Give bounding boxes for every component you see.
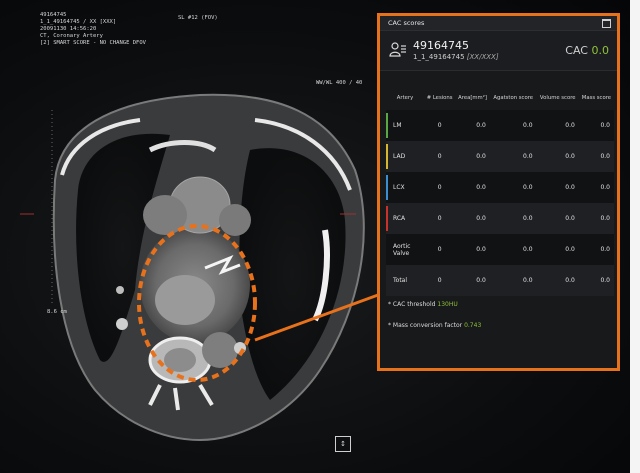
agatston-cell: 0.0	[489, 234, 537, 265]
artery-color-bar	[386, 113, 388, 138]
artery-color-bar	[386, 144, 388, 169]
lesions-cell: 0	[424, 172, 456, 203]
artery-color-bar	[386, 206, 388, 231]
cac-total: CAC 0.0	[565, 44, 609, 57]
nav-arrows-icon[interactable]: ↕	[335, 436, 351, 452]
volume-cell: 0.0	[536, 141, 579, 172]
mass-conversion-note: * Mass conversion factor 0.743	[388, 322, 481, 329]
column-header-volume: Volume score	[539, 95, 576, 101]
cac-scores-panel: CAC scores 49164745 1_1_49164745 [XX/XXX…	[377, 13, 620, 371]
lesions-cell: 0	[424, 265, 456, 296]
lesions-cell: 0	[424, 110, 456, 141]
window-maximize-icon[interactable]	[602, 19, 611, 28]
artery-name: LAD	[393, 153, 406, 160]
volume-cell: 0.0	[536, 172, 579, 203]
artery-color-bar	[386, 175, 388, 200]
window-edge	[630, 0, 640, 473]
threshold-value: 130HU	[437, 301, 458, 308]
cac-total-label: CAC	[565, 44, 588, 57]
series-suffix: [XX/XXX]	[466, 53, 499, 61]
artery-cell: LM	[386, 110, 424, 141]
column-header-mass: Mass score	[581, 95, 612, 101]
artery-name: Aortic Valve	[393, 242, 411, 257]
agatston-cell: 0.0	[489, 110, 537, 141]
artery-cell: RCA	[386, 203, 424, 234]
lesions-cell: 0	[424, 234, 456, 265]
patient-list-icon	[389, 42, 406, 57]
study-info-overlay: 49164745 1_1_49164745 / XX [XXX] 2009113…	[40, 12, 146, 47]
mass-factor-label: * Mass conversion factor	[388, 322, 463, 329]
window-level-label: WW/WL 400 / 40	[316, 80, 363, 86]
mass-cell: 0.0	[578, 265, 614, 296]
table-row[interactable]: RCA 0 0.0 0.0 0.0 0.0	[386, 203, 614, 234]
agatston-cell: 0.0	[489, 203, 537, 234]
area-cell: 0.0	[455, 234, 490, 265]
lesions-cell: 0	[424, 141, 456, 172]
study-info-line: 20091130 14:56:20	[40, 26, 97, 32]
volume-cell: 0.0	[536, 203, 579, 234]
cac-total-value: 0.0	[591, 44, 610, 57]
area-cell: 0.0	[455, 141, 490, 172]
mass-cell: 0.0	[578, 172, 614, 203]
study-info-line: 49164745	[40, 12, 67, 18]
area-cell: 0.0	[455, 265, 490, 296]
patient-id: 49164745	[413, 39, 469, 52]
mass-cell: 0.0	[578, 234, 614, 265]
left-lung	[239, 148, 346, 400]
table-row[interactable]: LM 0 0.0 0.0 0.0 0.0	[386, 110, 614, 141]
table-row[interactable]: LCX 0 0.0 0.0 0.0 0.0	[386, 172, 614, 203]
area-cell: 0.0	[455, 203, 490, 234]
mass-factor-value: 0.743	[464, 322, 482, 329]
agatston-cell: 0.0	[489, 265, 537, 296]
lesions-cell: 0	[424, 203, 456, 234]
scale-label: 8.6 cm	[47, 309, 67, 315]
panel-title: CAC scores	[388, 19, 425, 27]
area-cell: 0.0	[455, 110, 490, 141]
column-header-area: Area[mm²]	[458, 95, 487, 101]
column-header-agatston: Agatston score	[493, 95, 534, 101]
cac-threshold-note: * CAC threshold 130HU	[388, 301, 458, 308]
column-header-lesions: # Lesions	[426, 95, 453, 101]
panel-titlebar: CAC scores	[380, 16, 617, 31]
artery-cell: Total	[386, 265, 424, 296]
artery-name: RCA	[393, 215, 406, 222]
study-info-line: [2] SMART SCORE - NO CHANGE DFOV	[40, 40, 146, 46]
artery-cell: Aortic Valve	[386, 234, 424, 265]
patient-header: 49164745 1_1_49164745 [XX/XXX] CAC 0.0	[380, 31, 617, 71]
slice-label: SL #12 (FOV)	[178, 15, 218, 21]
artery-cell: LCX	[386, 172, 424, 203]
table-header-row: Artery # Lesions Area[mm²] Agatston scor…	[386, 86, 614, 110]
table-row[interactable]: Total 0 0.0 0.0 0.0 0.0	[386, 265, 614, 296]
artery-name: LM	[393, 122, 402, 129]
series-id: 1_1_49164745	[413, 53, 465, 61]
patient-series: 1_1_49164745 [XX/XXX]	[413, 53, 499, 61]
column-header-artery: Artery	[396, 95, 414, 101]
artery-name: Total	[393, 277, 408, 284]
mass-cell: 0.0	[578, 110, 614, 141]
volume-cell: 0.0	[536, 265, 579, 296]
agatston-cell: 0.0	[489, 141, 537, 172]
table-row[interactable]: Aortic Valve 0 0.0 0.0 0.0 0.0	[386, 234, 614, 265]
artery-cell: LAD	[386, 141, 424, 172]
mass-cell: 0.0	[578, 203, 614, 234]
study-info-line: CT, Coronary Artery	[40, 33, 103, 39]
cac-score-table: Artery # Lesions Area[mm²] Agatston scor…	[386, 86, 614, 296]
volume-cell: 0.0	[536, 110, 579, 141]
mass-cell: 0.0	[578, 141, 614, 172]
study-info-line: 1_1_49164745 / XX [XXX]	[40, 19, 117, 25]
table-row[interactable]: LAD 0 0.0 0.0 0.0 0.0	[386, 141, 614, 172]
threshold-label: * CAC threshold	[388, 301, 436, 308]
artery-name: LCX	[393, 184, 405, 191]
volume-cell: 0.0	[536, 234, 579, 265]
area-cell: 0.0	[455, 172, 490, 203]
agatston-cell: 0.0	[489, 172, 537, 203]
